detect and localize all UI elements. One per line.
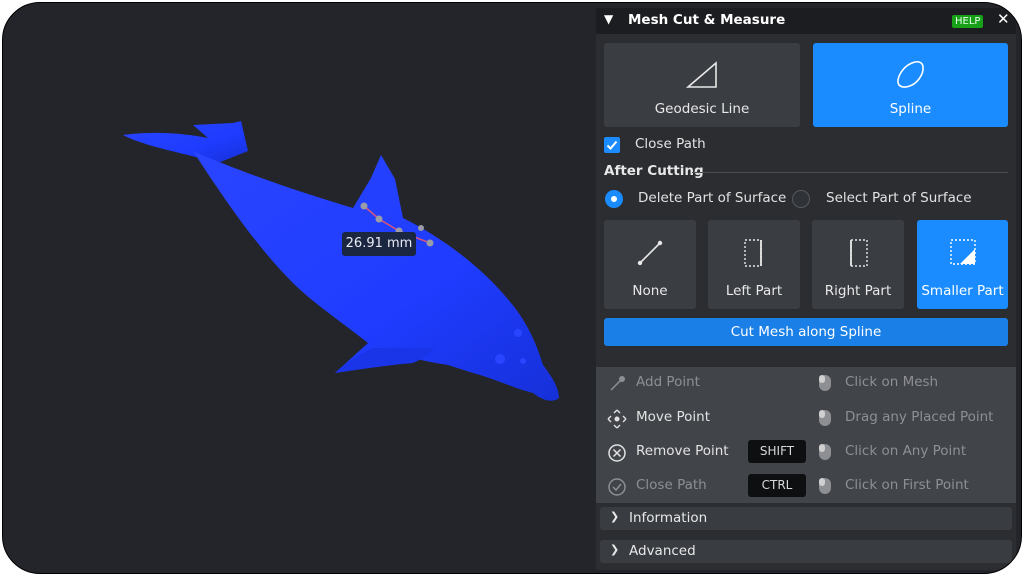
cut-mesh-button[interactable]: Cut Mesh along Spline [604,318,1008,346]
3d-viewport[interactable]: 26.91 mm [3,3,595,573]
line-icon [637,240,663,266]
part-smaller-button[interactable]: Smaller Part [917,220,1008,309]
part-left-button[interactable]: Left Part [708,220,800,309]
part-label: Right Part [824,283,892,299]
section-label: Information [629,510,708,526]
section-information[interactable]: ❯ Information [600,507,1012,530]
section-divider [692,172,1008,173]
radio-select-part-label[interactable]: Select Part of Surface [826,190,972,206]
chevron-right-icon: ❯ [610,510,620,523]
hint-action: Close Path [636,477,707,493]
part-none-button[interactable]: None [604,220,696,309]
hint-action: Add Point [636,374,700,390]
triangle-icon [685,61,717,88]
right-part-icon [850,239,868,267]
radio-select-part[interactable] [792,190,810,208]
mode-label: Spline [889,101,932,117]
ctrl-key: CTRL [748,474,806,497]
app-frame: 26.91 mm ▼ Mesh Cut & Measure HELP ✕ Geo… [2,2,1022,574]
mouse-icon [819,444,831,460]
radio-delete-part-label[interactable]: Delete Part of Surface [638,190,786,206]
help-button[interactable]: HELP [952,15,984,28]
smaller-part-icon [949,239,976,265]
panel-title: Mesh Cut & Measure [628,12,786,28]
mode-spline-button[interactable]: Spline [813,43,1008,127]
section-advanced[interactable]: ❯ Advanced [600,540,1012,563]
close-path-check-icon [608,478,626,496]
section-label: Advanced [629,543,696,559]
mouse-icon [819,478,831,494]
close-path-label: Close Path [635,136,706,152]
remove-point-icon [608,444,626,462]
left-part-icon [744,239,762,267]
after-cutting-heading: After Cutting [604,163,704,179]
controls-hint-panel: Add Point Click on Mesh Move Point Drag … [596,367,1016,503]
mouse-icon [819,375,831,391]
hint-mouse: Click on Any Point [845,443,967,459]
mode-label: Geodesic Line [654,101,750,117]
part-label: None [632,283,668,299]
move-point-icon [607,409,627,429]
mesh-cut-panel: ▼ Mesh Cut & Measure HELP ✕ Geodesic Lin… [596,8,1016,570]
part-label: Left Part [725,283,783,299]
hint-action: Remove Point [636,443,729,459]
close-path-checkbox[interactable] [604,137,620,153]
part-label: Smaller Part [921,283,1004,299]
hint-mouse: Click on First Point [845,477,969,493]
chevron-right-icon: ❯ [610,543,620,556]
mouse-icon [819,410,831,426]
panel-titlebar[interactable]: ▼ Mesh Cut & Measure HELP ✕ [596,8,1016,34]
close-icon[interactable]: ✕ [997,10,1010,28]
add-point-icon [610,376,625,391]
hint-mouse: Click on Mesh [845,374,939,390]
part-right-button[interactable]: Right Part [812,220,904,309]
shift-key: SHIFT [748,440,806,463]
hint-mouse: Drag any Placed Point [845,409,994,425]
checkmark-icon [606,140,618,150]
collapse-chevron-icon[interactable]: ▼ [604,12,613,26]
hint-action: Move Point [636,409,711,425]
dolphin-mesh[interactable] [3,3,595,573]
mode-geodesic-line-button[interactable]: Geodesic Line [604,43,800,127]
radio-delete-part[interactable] [605,190,623,208]
spline-shape-icon [896,61,924,88]
measurement-label: 26.91 mm [342,232,416,256]
